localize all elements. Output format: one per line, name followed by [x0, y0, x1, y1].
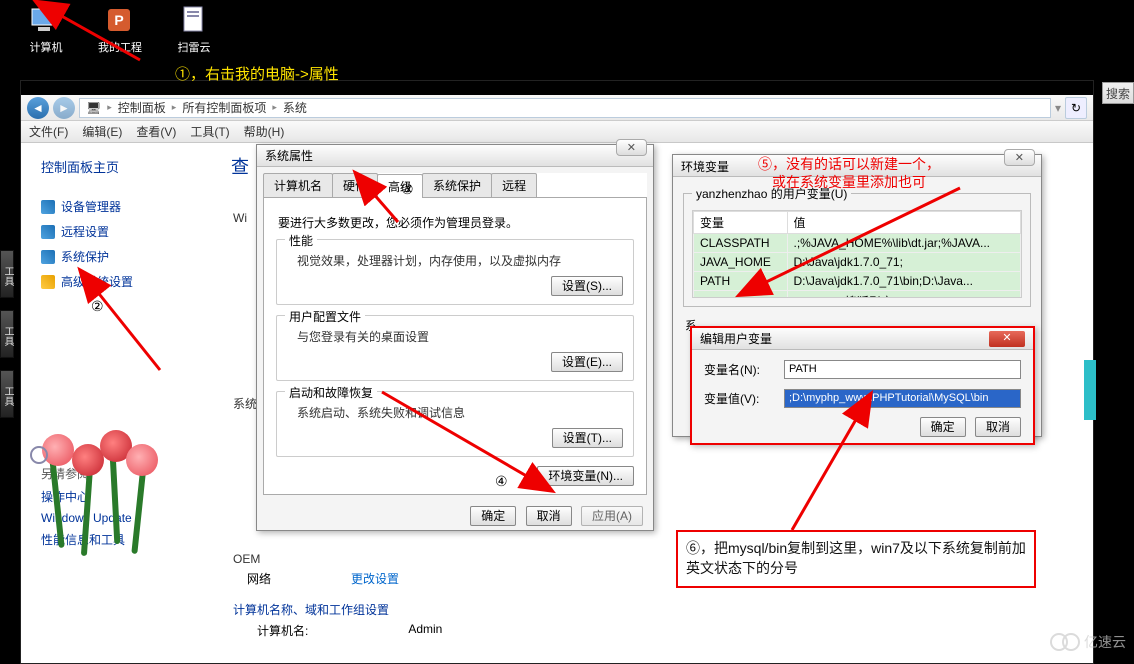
desktop: 计算机 P 我的工程 扫雷云: [0, 0, 1134, 60]
see-also-label: 另请参阅: [41, 465, 209, 482]
sidebar-item-device-manager[interactable]: 设备管理器: [41, 198, 209, 215]
sidebar-item-remote[interactable]: 远程设置: [41, 223, 209, 240]
link-perf-info[interactable]: 性能信息和工具: [41, 531, 209, 548]
edit-title: 编辑用户变量: [700, 330, 772, 347]
table-row[interactable]: JAVA_HOMED:\Java\jdk1.7.0_71;: [694, 253, 1021, 272]
annotation-1: ①，右击我的电脑->属性: [175, 63, 339, 84]
computer-val: Admin: [408, 622, 442, 639]
net-label: 网络: [247, 570, 271, 587]
computer-label: 计算机名:: [257, 622, 308, 639]
shield-icon: [41, 200, 55, 214]
shield-icon: [41, 275, 55, 289]
tab-computer-name[interactable]: 计算机名: [263, 173, 333, 197]
user-vars-fieldset: yanzhenzhao 的用户变量(U) 变量值 CLASSPATH.;%JAV…: [683, 185, 1031, 307]
annotation-5: ⑤，没有的话可以新建一个， 或在系统变量里添加也可: [758, 155, 940, 191]
close-button[interactable]: ✕: [989, 331, 1025, 347]
edit-user-var-dialog: 编辑用户变量 ✕ 变量名(N): PATH 变量值(V): ;D:\myphp_…: [690, 326, 1035, 445]
table-row[interactable]: SHPLAYERD:\souhu\搜狐影音\5.2.3.15: [694, 291, 1021, 299]
apply-button[interactable]: 应用(A): [581, 506, 643, 526]
tab-protection[interactable]: 系统保护: [422, 173, 492, 197]
sidebar-item-protection[interactable]: 系统保护: [41, 248, 209, 265]
perf-settings-button[interactable]: 设置(S)...: [551, 276, 623, 296]
close-button[interactable]: ✕: [1004, 149, 1035, 166]
env-vars-button[interactable]: 环境变量(N)...: [537, 466, 634, 486]
system-properties-dialog: ✕ 系统属性 计算机名 硬件 高级 系统保护 远程 要进行大多数更改，您必须作为…: [256, 144, 654, 531]
tab-hardware[interactable]: 硬件: [332, 173, 378, 197]
annotation-6: ⑥，把mysql/bin复制到这里，win7及以下系统复制前加英文状态下的分号: [676, 530, 1036, 588]
menu-tools[interactable]: 工具(T): [190, 123, 229, 140]
tab-remote[interactable]: 远程: [491, 173, 537, 197]
dialog-buttons: 确定 取消 应用(A): [257, 501, 653, 530]
dock-tab-1[interactable]: 工具: [0, 250, 14, 298]
user-vars-table[interactable]: 变量值 CLASSPATH.;%JAVA_HOME%\lib\dt.jar;%J…: [693, 211, 1021, 298]
menu-edit[interactable]: 编辑(E): [82, 123, 122, 140]
tabstrip: 计算机名 硬件 高级 系统保护 远程: [263, 173, 647, 198]
net-val[interactable]: 更改设置: [351, 570, 399, 587]
ok-button[interactable]: 确定: [470, 506, 516, 526]
link-action-center[interactable]: 操作中心: [41, 488, 209, 505]
var-value-input[interactable]: ;D:\myphp_www\PHPTutorial\MySQL\bin: [784, 389, 1021, 408]
dock-tab-3[interactable]: 工具: [0, 370, 14, 418]
annotation-4: ④: [495, 473, 508, 490]
watermark: 亿速云: [1050, 632, 1126, 652]
table-row-selected[interactable]: PATHD:\Java\jdk1.7.0_71\bin;D:\Java...: [694, 272, 1021, 291]
shield-icon: [41, 250, 55, 264]
edit-ok-button[interactable]: 确定: [920, 417, 966, 437]
search-box[interactable]: 搜索: [1102, 82, 1134, 104]
startup-settings-button[interactable]: 设置(T)...: [552, 428, 623, 448]
svg-text:P: P: [114, 12, 123, 28]
left-dock: 工具 工具 工具: [0, 250, 14, 430]
group-profiles: 用户配置文件 与您登录有关的桌面设置 设置(E)...: [276, 315, 634, 381]
var-value-label: 变量值(V):: [704, 390, 774, 407]
dialog-title: 系统属性: [257, 145, 653, 167]
sidebar-item-advanced[interactable]: 高级系统设置: [41, 273, 209, 290]
refresh-button[interactable]: ↻: [1065, 97, 1087, 119]
profile-settings-button[interactable]: 设置(E)...: [551, 352, 623, 372]
var-name-input[interactable]: PATH: [784, 360, 1021, 379]
table-row[interactable]: CLASSPATH.;%JAVA_HOME%\lib\dt.jar;%JAVA.…: [694, 234, 1021, 253]
breadcrumb[interactable]: 🖥 ▸ 控制面板 ▸ 所有控制面板项 ▸ 系统: [79, 98, 1051, 118]
shield-icon: [41, 225, 55, 239]
dock-tab-2[interactable]: 工具: [0, 310, 14, 358]
icon-label: 我的工程: [98, 42, 142, 54]
link-windows-update[interactable]: Windows Update: [41, 511, 209, 525]
icon-label: 计算机: [30, 42, 63, 54]
bc-2[interactable]: 所有控制面板项: [182, 99, 266, 116]
desktop-icon-2[interactable]: P 我的工程: [96, 5, 144, 55]
desktop-icon-computer[interactable]: 计算机: [22, 5, 70, 55]
bc-3[interactable]: 系统: [283, 99, 307, 116]
forward-button[interactable]: ►: [53, 97, 75, 119]
menu-help[interactable]: 帮助(H): [244, 123, 285, 140]
side-stripe: [1084, 360, 1096, 420]
menu-view[interactable]: 查看(V): [136, 123, 176, 140]
bc-icon: 🖥: [86, 101, 101, 115]
group-startup: 启动和故障恢复 系统启动、系统失败和调试信息 设置(T)...: [276, 391, 634, 457]
close-button[interactable]: ✕: [616, 139, 647, 156]
back-button[interactable]: ◄: [27, 97, 49, 119]
section-computer: 计算机名称、域和工作组设置: [233, 601, 1093, 618]
menu-file[interactable]: 文件(F): [29, 123, 68, 140]
tab-body-advanced: 要进行大多数更改，您必须作为管理员登录。 性能 视觉效果，处理器计划，内存使用，…: [263, 198, 647, 495]
icon-label: 扫雷云: [178, 42, 211, 54]
nav-toolbar: ◄ ► 🖥 ▸ 控制面板 ▸ 所有控制面板项 ▸ 系统 ▾ ↻: [21, 95, 1093, 121]
cancel-button[interactable]: 取消: [526, 506, 572, 526]
menubar: 文件(F) 编辑(E) 查看(V) 工具(T) 帮助(H): [21, 121, 1093, 143]
annotation-2: ②: [91, 298, 209, 315]
admin-note: 要进行大多数更改，您必须作为管理员登录。: [278, 214, 634, 231]
sidebar-home[interactable]: 控制面板主页: [41, 157, 209, 176]
group-performance: 性能 视觉效果，处理器计划，内存使用，以及虚拟内存 设置(S)...: [276, 239, 634, 305]
annotation-3: ③: [401, 181, 414, 198]
sidebar: 控制面板主页 设备管理器 远程设置 系统保护 高级系统设置 ② 另请参阅 操作中…: [21, 143, 221, 663]
desktop-icon-3[interactable]: 扫雷云: [170, 5, 218, 55]
edit-cancel-button[interactable]: 取消: [975, 417, 1021, 437]
bc-root[interactable]: 控制面板: [118, 99, 166, 116]
var-name-label: 变量名(N):: [704, 361, 774, 378]
